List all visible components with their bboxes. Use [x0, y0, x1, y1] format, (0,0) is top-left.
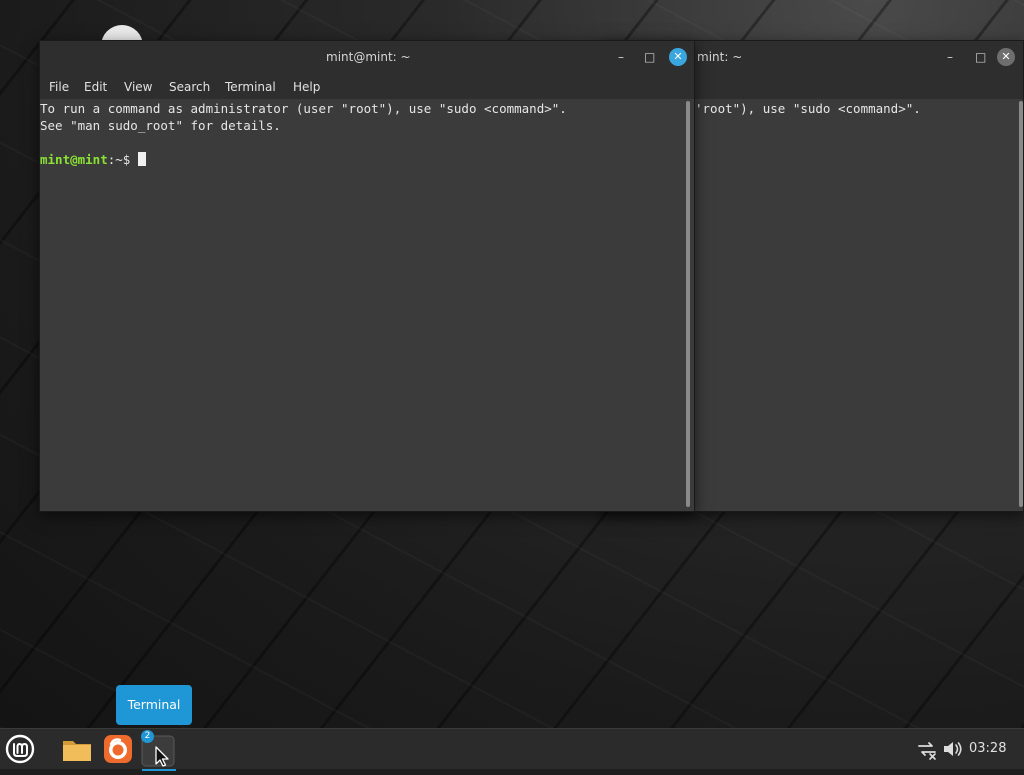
terminal-prompt: mint@mint:~$	[40, 152, 146, 167]
terminal-window-count-badge: 2	[141, 730, 154, 743]
menu-terminal[interactable]: Terminal	[225, 80, 276, 94]
terminal-line-1: To run a command as administrator (user …	[40, 101, 567, 116]
taskbar: 2 03:28	[0, 728, 1024, 771]
terminal-icon[interactable]: 2	[140, 730, 176, 771]
desktop: mint: ~ – □ ✕ 'root"), use "sudo <comman…	[0, 0, 1024, 728]
terminal-tooltip: Terminal	[116, 685, 192, 725]
maximize-button-back[interactable]: □	[975, 50, 986, 64]
terminal-body[interactable]: To run a command as administrator (user …	[40, 99, 694, 511]
linux-mint-logo-icon[interactable]	[4, 733, 36, 765]
menu-edit[interactable]: Edit	[84, 80, 107, 94]
volume-icon[interactable]	[942, 733, 964, 765]
prompt-path: :~$	[107, 152, 138, 167]
minimize-button[interactable]: –	[618, 50, 624, 64]
scrollbar-back[interactable]	[1019, 101, 1023, 507]
close-button[interactable]: ✕	[669, 48, 687, 66]
folder-icon[interactable]	[61, 733, 93, 765]
menubar: File Edit View Search Terminal Help	[40, 73, 694, 99]
window-title-back: mint: ~	[697, 50, 743, 64]
menu-view[interactable]: View	[124, 80, 152, 94]
minimize-button-back[interactable]: –	[947, 50, 953, 64]
clock[interactable]: 03:28	[969, 741, 1006, 756]
menu-search[interactable]: Search	[169, 80, 210, 94]
maximize-button[interactable]: □	[644, 50, 655, 64]
menu-file[interactable]: File	[49, 80, 69, 94]
prompt-user: mint@mint	[40, 152, 108, 167]
terminal-line-back-1: 'root"), use "sudo <command>".	[695, 101, 921, 116]
titlebar-front[interactable]: mint@mint: ~ – □ ✕	[40, 41, 694, 73]
close-button-back[interactable]: ✕	[997, 48, 1015, 66]
text-cursor	[137, 152, 146, 166]
menu-help[interactable]: Help	[293, 80, 320, 94]
firefox-icon[interactable]	[102, 733, 134, 765]
terminal-line-2: See "man sudo_root" for details.	[40, 118, 281, 133]
scrollbar[interactable]	[686, 101, 690, 507]
terminal-window-front[interactable]: mint@mint: ~ – □ ✕ File Edit View Search…	[39, 40, 695, 512]
network-disconnected-icon[interactable]	[916, 733, 938, 765]
window-title-front: mint@mint: ~	[326, 50, 411, 64]
